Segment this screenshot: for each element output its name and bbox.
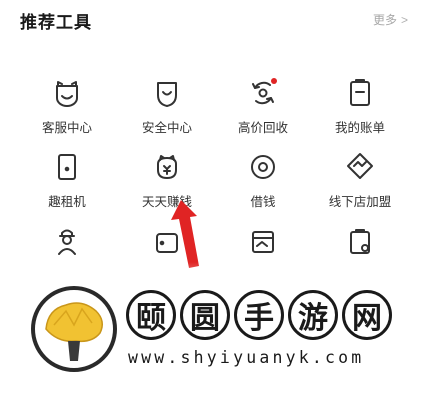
tool-label: 线下店加盟 [328,195,392,209]
clipboard-icon [350,229,370,254]
more-label: 更多 [372,13,397,27]
money-bear-icon [157,155,177,179]
recycle-icon [252,78,277,105]
coin-icon [251,155,275,179]
watermark-char: 圆 [180,290,230,340]
watermark-char: 网 [342,290,392,340]
phone-rent-icon [58,154,76,180]
tools-header: 推荐工具 更多 > [0,0,430,40]
tool-label: 我的账单 [334,121,385,135]
watermark-char: 颐 [126,290,176,340]
shield-smile-icon [157,82,177,107]
tool-recycle[interactable]: 高价回收 [213,76,313,146]
tool-label: 借钱 [250,195,276,209]
watermark-url: www.shyiyuanyk.com [128,348,365,367]
chevron-right-icon: > [400,12,408,27]
watermark-char: 手 [234,290,284,340]
more-link[interactable]: 更多 > [373,11,408,28]
tool-store-franchise[interactable]: 线下店加盟 [310,150,410,220]
tool-label: 趣租机 [48,195,86,209]
handshake-icon [347,153,373,179]
tool-label: 安全中心 [141,121,192,135]
tool-borrow[interactable]: 借钱 [213,150,313,220]
tool-customer-service[interactable]: 客服中心 [17,76,117,146]
watermark-char: 游 [288,290,338,340]
section-title: 推荐工具 [20,13,92,32]
tool-label: 客服中心 [41,121,92,135]
tool-security-center[interactable]: 安全中心 [117,76,217,146]
tree-logo-icon [31,286,117,372]
tool-my-bill[interactable]: 我的账单 [310,76,410,146]
person-icon [58,229,76,255]
watermark-characters: 颐 圆 手 游 网 [126,290,392,340]
tool-label: 高价回收 [237,121,288,135]
image-icon [252,231,274,253]
tool-phone-rental[interactable]: 趣租机 [17,150,117,220]
bear-face-icon [56,81,78,107]
bill-icon [350,79,370,106]
